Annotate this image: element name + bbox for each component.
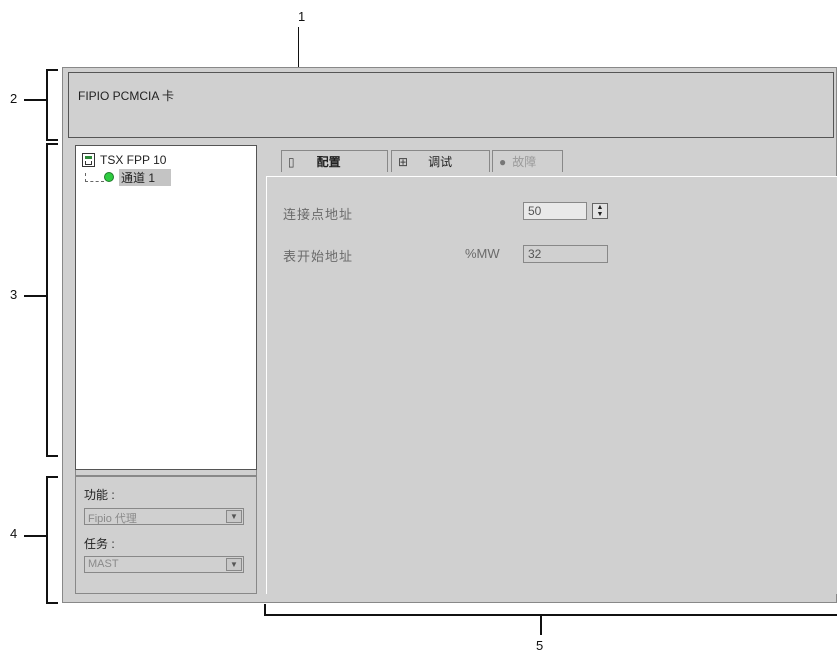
- task-select[interactable]: MAST ▼: [84, 556, 244, 573]
- callout-5-line: [540, 614, 542, 635]
- plc-module-icon: [82, 153, 95, 167]
- tree-node-device[interactable]: TSX FPP 10: [82, 152, 166, 168]
- tree-node-channel[interactable]: 通道 1: [104, 168, 172, 186]
- spinner-icon[interactable]: ▲ ▼: [592, 203, 608, 219]
- debug-icon: ⊞: [398, 154, 409, 169]
- callout-4: 4: [10, 526, 18, 541]
- table-start-input[interactable]: 32: [523, 245, 608, 263]
- callout-4-line: [24, 535, 46, 537]
- device-tree[interactable]: TSX FPP 10 通道 1: [75, 145, 257, 470]
- table-start-label: 表开始地址: [283, 249, 354, 264]
- tab-config-label: 配置: [316, 155, 341, 169]
- module-title: FIPIO PCMCIA 卡: [78, 89, 175, 103]
- tab-debug[interactable]: ⊞ 调试: [391, 150, 490, 172]
- tree-node-device-label: TSX FPP 10: [100, 153, 167, 167]
- table-start-value: 32: [528, 247, 542, 261]
- callout-1: 1: [298, 9, 306, 24]
- table-start-prefix: %MW: [465, 246, 500, 261]
- callout-5-bracket: [264, 604, 837, 616]
- config-icon: ▯: [288, 154, 295, 169]
- function-task-panel: 功能 : Fipio 代理 ▼ 任务 : MAST ▼: [75, 476, 257, 594]
- channel-status-icon: [104, 172, 114, 182]
- task-select-value: MAST: [88, 558, 119, 570]
- function-select[interactable]: Fipio 代理 ▼: [84, 508, 244, 525]
- config-tab-content: [266, 176, 837, 594]
- function-label: 功能 :: [84, 488, 115, 502]
- fault-icon: ●: [499, 154, 507, 169]
- module-title-panel: FIPIO PCMCIA 卡: [68, 72, 834, 138]
- connection-point-input[interactable]: 50 ▲ ▼: [523, 202, 608, 220]
- callout-2: 2: [10, 91, 18, 106]
- function-select-value: Fipio 代理: [88, 513, 137, 525]
- tab-debug-label: 调试: [428, 155, 453, 169]
- callout-4-bracket: [46, 476, 58, 604]
- chevron-down-icon[interactable]: ▼: [226, 558, 242, 571]
- callout-2-line: [24, 99, 46, 101]
- tab-config[interactable]: ▯ 配置: [281, 150, 388, 172]
- callout-3-line: [24, 295, 46, 297]
- tree-node-channel-label: 通道 1: [119, 168, 172, 186]
- callout-3-bracket: [46, 143, 58, 457]
- connection-point-label: 连接点地址: [283, 207, 354, 222]
- callout-3: 3: [10, 287, 18, 302]
- chevron-down-icon[interactable]: ▼: [226, 510, 242, 523]
- callout-5: 5: [536, 638, 544, 653]
- tree-connector: [85, 173, 104, 182]
- callout-2-bracket: [46, 69, 58, 141]
- task-label: 任务 :: [84, 537, 115, 551]
- connection-point-value: 50: [528, 204, 542, 218]
- tab-fault[interactable]: ● 故障: [492, 150, 563, 172]
- tab-fault-label: 故障: [512, 155, 537, 169]
